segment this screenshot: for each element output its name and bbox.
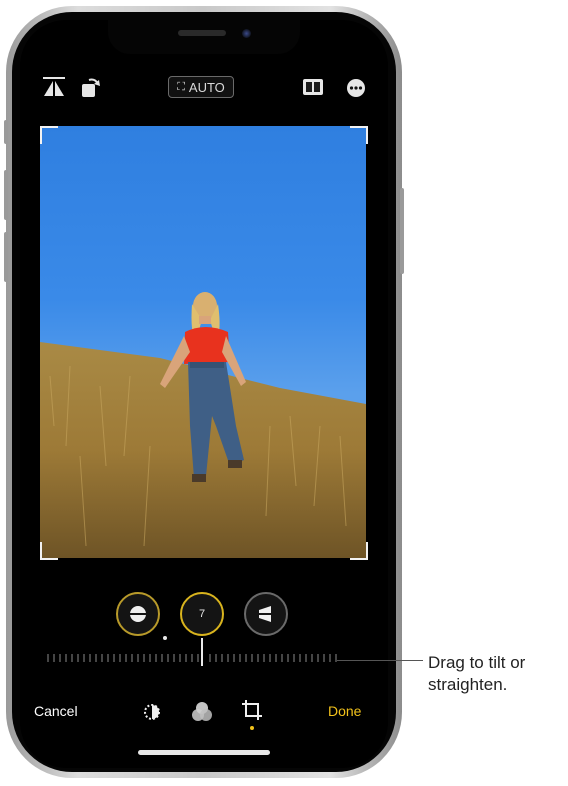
more-icon[interactable] xyxy=(346,78,366,103)
slider-ticks xyxy=(47,654,337,662)
straighten-slider[interactable] xyxy=(46,632,338,668)
power-button xyxy=(400,188,404,274)
aspect-ratio-icon[interactable] xyxy=(302,77,324,102)
notch xyxy=(108,20,300,54)
home-indicator[interactable] xyxy=(138,750,270,755)
front-camera xyxy=(242,29,251,38)
volume-up-button xyxy=(4,170,8,220)
adjust-dial-icon[interactable] xyxy=(140,700,164,729)
auto-label: AUTO xyxy=(188,79,225,95)
vertical-perspective-button[interactable]: 7 xyxy=(180,592,224,636)
crop-corner-bottom-left[interactable] xyxy=(40,542,58,560)
callout-line-2: straighten. xyxy=(428,675,508,694)
straighten-icon xyxy=(128,606,148,622)
photo-preview[interactable] xyxy=(40,126,366,558)
crop-icon[interactable] xyxy=(240,698,264,727)
crop-corner-bottom-right[interactable] xyxy=(350,542,368,560)
crop-corner-top-left[interactable] xyxy=(40,126,58,144)
cancel-button[interactable]: Cancel xyxy=(34,703,78,719)
mute-switch xyxy=(4,120,8,144)
callout-line-1: Drag to tilt or xyxy=(428,653,526,672)
auto-straighten-button[interactable]: ⛶ AUTO xyxy=(168,76,234,98)
volume-down-button xyxy=(4,232,8,282)
straighten-button[interactable] xyxy=(116,592,160,636)
horizontal-perspective-icon xyxy=(256,606,276,622)
filters-icon[interactable] xyxy=(190,701,214,728)
horizontal-perspective-button[interactable] xyxy=(244,592,288,636)
callout-leader-line xyxy=(337,660,423,661)
flip-horizontal-icon[interactable] xyxy=(42,76,66,103)
crop-corner-top-right[interactable] xyxy=(350,126,368,144)
hillside-photo xyxy=(40,292,366,558)
photo-edit-screen: ⛶ AUTO 7 Cancel Done xyxy=(20,20,388,768)
rotate-icon[interactable] xyxy=(80,76,102,103)
active-tool-indicator xyxy=(250,726,254,730)
crop-auto-icon: ⛶ xyxy=(177,80,185,93)
vertical-perspective-value: 7 xyxy=(198,608,206,620)
callout-text: Drag to tilt or straighten. xyxy=(428,652,568,696)
earpiece xyxy=(178,30,226,36)
done-button[interactable]: Done xyxy=(328,703,361,719)
